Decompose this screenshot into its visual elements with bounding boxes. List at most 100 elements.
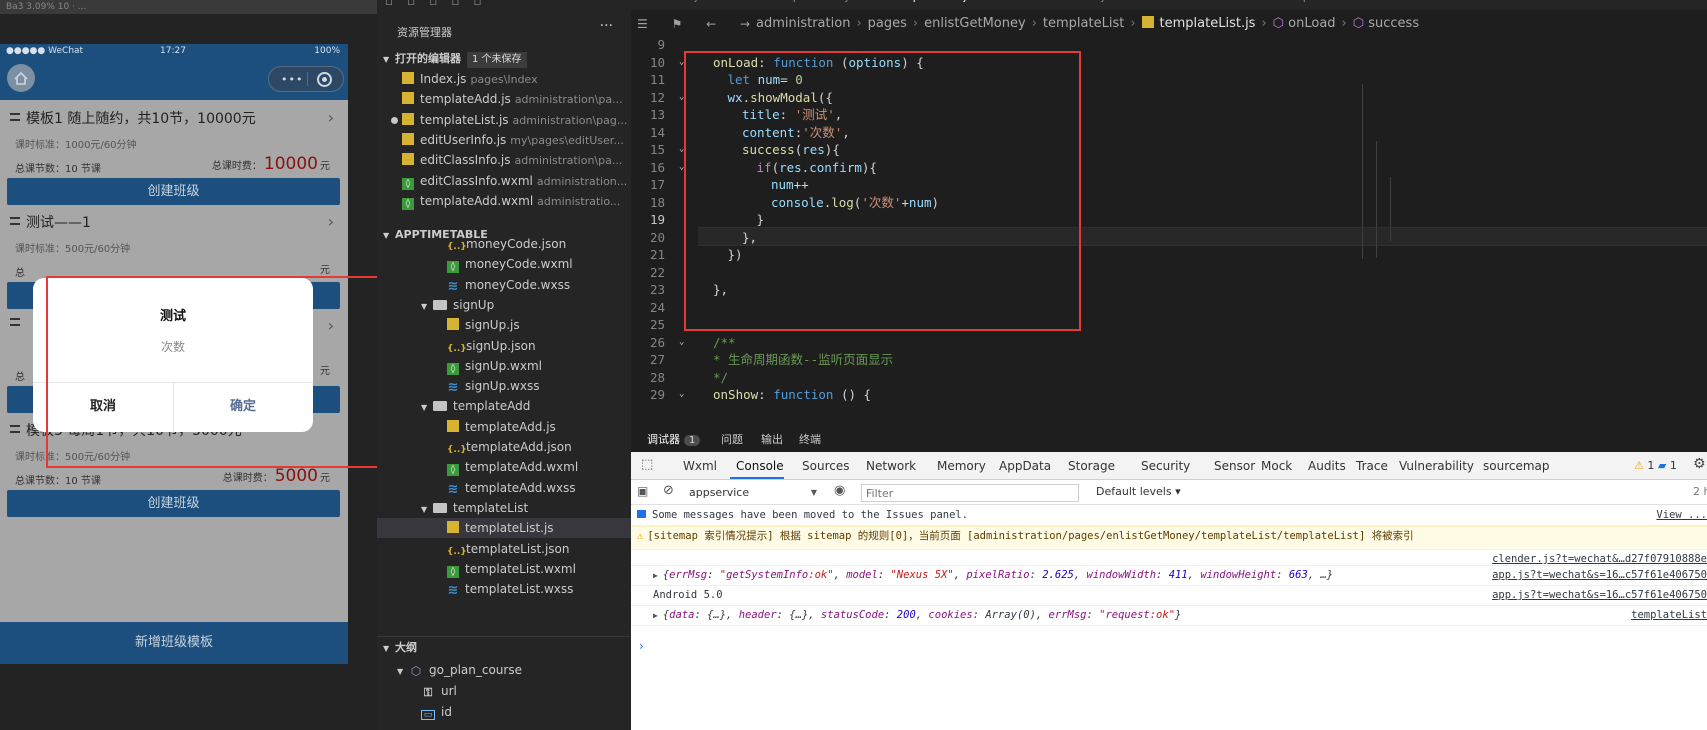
panel-tab-mock[interactable]: Mock xyxy=(1261,459,1292,473)
devtools-top-tab[interactable]: 问题 xyxy=(721,431,743,447)
context-select[interactable]: appservice xyxy=(689,484,819,501)
close-miniprogram-icon[interactable] xyxy=(317,72,332,87)
source-link[interactable]: app.js?t=wechat&s=16…c57f61e406750 xyxy=(1488,586,1707,605)
outline-item[interactable]: ⚿ url xyxy=(377,680,631,702)
console-message[interactable]: Android 5.0 app.js?t=wechat&s=16…c57f61e4… xyxy=(631,586,1707,606)
file-item[interactable]: ◊ signUp.wxml xyxy=(377,356,631,376)
create-class-button[interactable]: 创建班级 xyxy=(7,490,340,517)
open-editor-item[interactable]: ◊ editClassInfo.wxml administration... xyxy=(377,170,631,192)
panel-tab-audits[interactable]: Audits xyxy=(1308,459,1346,473)
devtools-top-tab[interactable]: 终端 xyxy=(799,431,821,447)
add-template-button[interactable]: 新增班级模板 xyxy=(0,622,348,664)
console-message[interactable]: ▶ {errMsg: "getSystemInfo:ok", model: "Ne… xyxy=(631,566,1707,586)
source-link[interactable]: app.js?t=wechat&s=16…c57f61e406750 xyxy=(1488,566,1707,585)
devtools-top-tab[interactable]: 输出 xyxy=(761,431,783,447)
outline-header[interactable]: ▼ 大纲 xyxy=(377,636,631,658)
file-item[interactable]: {..}templateAdd.json xyxy=(377,437,631,457)
more-actions-icon[interactable]: ··· xyxy=(600,18,613,34)
filter-input[interactable] xyxy=(861,484,1079,502)
file-item[interactable]: ◊ templateAdd.wxml xyxy=(377,457,631,477)
breadcrumb-item[interactable]: templateList.js xyxy=(1160,16,1256,31)
template-card[interactable]: 模板1 随上随约，共10节，10000元 › 课时标准：1000元/60分钟 总… xyxy=(0,108,348,220)
breadcrumb-item[interactable]: templateList xyxy=(1043,16,1124,31)
open-editor-item[interactable]: editClassInfo.js administration\pa... xyxy=(377,149,631,171)
console-message[interactable]: Some messages have been moved to the Iss… xyxy=(631,506,1707,526)
file-item[interactable]: templateAdd.js xyxy=(377,417,631,437)
file-item[interactable]: {..}signUp.json xyxy=(377,336,631,356)
console-prompt[interactable]: › xyxy=(639,639,644,653)
console-message[interactable]: ⚠ [sitemap 索引情况提示] 根据 sitemap 的规则[0]，当前页面… xyxy=(631,526,1707,550)
editor-tab[interactable]: index.js xyxy=(661,0,703,8)
file-item[interactable]: templateList.js xyxy=(377,518,631,539)
capsule-menu[interactable]: ••• xyxy=(268,66,344,92)
log-levels-dropdown[interactable]: Default levels ▾ xyxy=(1096,485,1181,498)
open-editor-item[interactable]: templateList.js administration\pag... xyxy=(377,109,631,131)
open-editors-header[interactable]: ▼ 打开的编辑器 1 个未保存 xyxy=(377,48,631,70)
expand-arrow-icon[interactable]: ▶ xyxy=(653,571,658,580)
source-link[interactable]: clender.js?t=wechat&…d27f07910888e xyxy=(1488,550,1707,565)
open-editor-item[interactable]: Index.js pages\Index xyxy=(377,68,631,90)
breadcrumb-item[interactable]: administration xyxy=(756,16,850,31)
breadcrumb-item[interactable]: success xyxy=(1368,16,1419,31)
panel-tab-trace[interactable]: Trace xyxy=(1356,459,1388,473)
issue-counters[interactable]: ⚠ 1 ▰ 1 xyxy=(1634,459,1677,472)
code-line[interactable]: 27 * 生命周期函数--监听页面显示 xyxy=(631,350,1707,369)
file-item[interactable]: ◊ templateList.wxml xyxy=(377,559,631,579)
source-link[interactable]: templateList xyxy=(1627,606,1707,625)
panel-tab-sensor[interactable]: Sensor xyxy=(1214,459,1255,473)
file-item[interactable]: ≋ signUp.wxss xyxy=(377,376,631,396)
panel-tab-sourcemap[interactable]: sourcemap xyxy=(1483,459,1550,473)
file-item[interactable]: {..}moneyCode.json xyxy=(377,234,631,254)
editor-tab[interactable]: editUserInfo.js xyxy=(1031,0,1110,8)
panel-tab-network[interactable]: Network xyxy=(866,459,916,473)
home-icon[interactable] xyxy=(7,64,35,92)
breadcrumb-item[interactable]: pages xyxy=(868,16,907,31)
editor-tab[interactable]: templateAdd.wxml xyxy=(1281,0,1385,8)
file-item[interactable]: ◊ moneyCode.wxml xyxy=(377,254,631,274)
panel-tab-appdata[interactable]: AppData xyxy=(999,459,1051,473)
breadcrumb-item[interactable]: enlistGetMoney xyxy=(924,16,1026,31)
open-editor-item[interactable]: editUserInfo.js my\pages\editUser... xyxy=(377,129,631,151)
file-item[interactable]: {..}templateList.json xyxy=(377,539,631,559)
editor-tab[interactable]: editClassInfo.wxml xyxy=(1153,0,1256,8)
open-editor-item[interactable]: templateAdd.js administration\pa... xyxy=(377,88,631,110)
sidebar-toggle-icon[interactable]: ▣ xyxy=(637,484,648,498)
file-item[interactable]: ≋ moneyCode.wxss xyxy=(377,275,631,295)
folder-item[interactable]: ▼ signUp xyxy=(377,295,631,315)
fold-chevron-icon[interactable]: ⌄ xyxy=(679,333,684,352)
panel-tab-storage[interactable]: Storage xyxy=(1068,459,1115,473)
file-item[interactable]: ≋ templateAdd.wxss xyxy=(377,478,631,498)
breadcrumb-item[interactable]: onLoad xyxy=(1288,16,1335,31)
panel-tab-console[interactable]: Console xyxy=(736,459,784,473)
file-item[interactable]: ≋ templateList.wxss xyxy=(377,579,631,599)
console-message[interactable]: ▶ {data: {…}, header: {…}, statusCode: 20… xyxy=(631,606,1707,626)
outline-item[interactable]: ▼ ⬡ go_plan_course xyxy=(377,659,631,681)
outline-item[interactable]: ▭ id xyxy=(377,701,631,723)
folder-item[interactable]: ▼ templateList xyxy=(377,498,631,518)
create-class-button[interactable]: 创建班级 xyxy=(7,178,340,205)
inspect-icon[interactable]: ⬚ xyxy=(641,457,653,472)
panel-tab-vulnerability[interactable]: Vulnerability xyxy=(1399,459,1474,473)
panel-tab-wxml[interactable]: Wxml xyxy=(683,459,717,473)
gear-icon[interactable]: ⚙ xyxy=(1693,456,1706,472)
file-item[interactable]: signUp.js xyxy=(377,315,631,335)
more-icon[interactable]: ••• xyxy=(281,73,303,86)
devtools-top-tab[interactable]: 调试器 1 xyxy=(647,431,701,447)
fold-chevron-icon[interactable]: ⌄ xyxy=(679,385,684,404)
panel-tab-sources[interactable]: Sources xyxy=(802,459,849,473)
folder-item[interactable]: ▼ templateAdd xyxy=(377,396,631,416)
editor-tab[interactable]: templateAdd.js xyxy=(771,0,854,8)
panel-tab-security[interactable]: Security xyxy=(1141,459,1190,473)
panel-tab-memory[interactable]: Memory xyxy=(937,459,986,473)
eye-icon[interactable]: ◉ xyxy=(834,483,845,498)
expand-arrow-icon[interactable]: ▶ xyxy=(653,611,658,620)
clear-console-icon[interactable]: ⊘ xyxy=(663,483,674,498)
editor-tab[interactable]: templateList.js xyxy=(891,0,972,8)
open-editor-item[interactable]: ◊ templateAdd.wxml administratio... xyxy=(377,190,631,212)
code-line[interactable]: 29 ⌄ onShow: function () { xyxy=(631,385,1707,404)
console-message[interactable]: clender.js?t=wechat&…d27f07910888e xyxy=(631,550,1707,566)
code-line[interactable]: 26 ⌄ /** xyxy=(631,333,1707,352)
nav-icons[interactable]: ☰ ⚑ ← → xyxy=(637,12,760,36)
source-link[interactable]: View ... xyxy=(1652,506,1707,525)
code-line[interactable]: 28 */ xyxy=(631,368,1707,387)
